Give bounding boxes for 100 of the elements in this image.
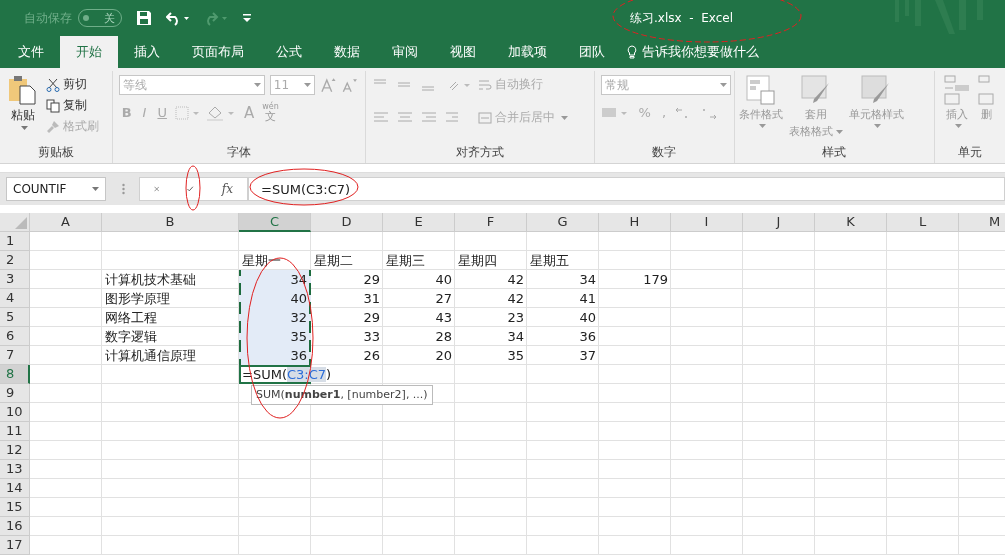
undo-icon[interactable] xyxy=(166,10,190,26)
cell-text: 179 xyxy=(643,272,668,287)
cell-text: 31 xyxy=(363,291,380,306)
row-header[interactable]: 2 xyxy=(0,251,30,270)
row-header[interactable]: 16 xyxy=(0,517,30,536)
cell-text: 星期三 xyxy=(386,253,425,268)
cell-text: 35 xyxy=(290,329,307,344)
ribbon-tab[interactable]: 加载项 xyxy=(492,36,563,68)
annotation-ellipse xyxy=(185,165,201,211)
copy-button[interactable]: 复制 xyxy=(44,96,101,115)
caret-icon xyxy=(874,124,882,128)
ribbon-tab[interactable]: 审阅 xyxy=(376,36,434,68)
cell-text: 35 xyxy=(507,348,524,363)
cell-text: 计算机技术基础 xyxy=(105,272,196,287)
cell-text: 29 xyxy=(363,310,380,325)
cut-button[interactable]: 剪切 xyxy=(44,75,101,94)
cell-text: 36 xyxy=(290,348,307,363)
column-header[interactable]: D xyxy=(311,213,383,232)
row-header[interactable]: 12 xyxy=(0,441,30,460)
customize-icon[interactable] xyxy=(242,12,252,24)
column-header[interactable]: L xyxy=(887,213,959,232)
caret-icon xyxy=(303,83,311,87)
row-header[interactable]: 8 xyxy=(0,365,30,384)
cell-text: 40 xyxy=(290,291,307,306)
column-header[interactable]: F xyxy=(455,213,527,232)
group-label: 单元 xyxy=(957,144,983,161)
delete-cells-icon xyxy=(977,75,997,105)
row-header[interactable]: 7 xyxy=(0,346,30,365)
row-header[interactable]: 4 xyxy=(0,289,30,308)
cell-text: 数字逻辑 xyxy=(105,329,157,344)
row-header[interactable]: 17 xyxy=(0,536,30,555)
column-header[interactable]: B xyxy=(102,213,239,232)
caret-icon xyxy=(92,187,99,191)
ribbon-tab[interactable]: 团队 xyxy=(563,36,621,68)
column-header[interactable]: G xyxy=(527,213,599,232)
column-header[interactable]: I xyxy=(671,213,743,232)
clipboard-icon xyxy=(8,75,38,105)
cell-text: 星期四 xyxy=(458,253,497,268)
select-all-icon[interactable] xyxy=(15,217,27,229)
ribbon-tab[interactable]: 开始 xyxy=(60,36,118,68)
cell-text: 36 xyxy=(579,329,596,344)
conditional-format-icon xyxy=(745,75,776,105)
tell-me-text: 告诉我你想要做什么 xyxy=(642,43,759,61)
row-header[interactable]: 15 xyxy=(0,498,30,517)
cell-text: 29 xyxy=(363,272,380,287)
border-icon[interactable] xyxy=(174,105,201,120)
caret-icon xyxy=(253,83,261,87)
cell-text: 星期二 xyxy=(314,253,353,268)
fill-color-icon[interactable] xyxy=(205,104,236,121)
row-header[interactable]: 1 xyxy=(0,232,30,251)
row-header[interactable]: 10 xyxy=(0,403,30,422)
ribbon-tab[interactable]: 文件 xyxy=(0,36,60,68)
row-header[interactable]: 11 xyxy=(0,422,30,441)
cell-text: 34 xyxy=(290,272,307,287)
column-header[interactable]: K xyxy=(815,213,887,232)
cancel-icon[interactable] xyxy=(154,183,160,195)
column-header[interactable]: H xyxy=(599,213,671,232)
wrap-icon xyxy=(477,78,492,91)
cell-text: 33 xyxy=(363,329,380,344)
select-all-corner[interactable] xyxy=(0,213,30,232)
ribbon-tab[interactable]: 公式 xyxy=(260,36,318,68)
cell-text: 28 xyxy=(435,329,452,344)
row-header[interactable]: 5 xyxy=(0,308,30,327)
group-label: 数字 xyxy=(651,144,678,161)
column-header[interactable]: C xyxy=(239,213,311,232)
row-header[interactable]: 6 xyxy=(0,327,30,346)
tell-me-search[interactable]: 告诉我你想要做什么 xyxy=(627,36,759,68)
save-icon[interactable] xyxy=(136,10,152,26)
row-header[interactable]: 14 xyxy=(0,479,30,498)
align-top-icon[interactable] xyxy=(371,77,472,92)
grip-icon[interactable] xyxy=(122,183,125,195)
redo-icon[interactable] xyxy=(204,10,228,26)
row-header[interactable]: 3 xyxy=(0,270,30,289)
column-header[interactable]: J xyxy=(743,213,815,232)
cell-text: 42 xyxy=(507,272,524,287)
name-box[interactable]: COUNTIF xyxy=(6,177,106,201)
group-label: 字体 xyxy=(225,144,252,161)
caret-icon xyxy=(835,129,843,134)
cell-text: 23 xyxy=(507,310,524,325)
font-size-icon[interactable] xyxy=(319,77,359,93)
autosave-label: 自动保存 xyxy=(24,9,72,27)
row-header[interactable]: 9 xyxy=(0,384,30,403)
paste-button[interactable]: 粘贴 xyxy=(6,75,40,136)
cell-text: 43 xyxy=(435,310,452,325)
group-label: 样式 xyxy=(821,144,848,161)
insert-cells-icon xyxy=(943,75,971,105)
scissors-icon xyxy=(46,77,60,92)
group-label: 剪贴板 xyxy=(36,144,75,161)
column-header[interactable]: M xyxy=(959,213,1005,232)
column-header[interactable]: A xyxy=(30,213,102,232)
cell-text: 34 xyxy=(579,272,596,287)
ribbon-tab[interactable]: 数据 xyxy=(318,36,376,68)
column-header[interactable]: E xyxy=(383,213,455,232)
ribbon-tab[interactable]: 视图 xyxy=(434,36,492,68)
formula-field[interactable]: =SUM(C3:C7) xyxy=(248,177,1005,201)
copy-icon xyxy=(46,98,60,113)
insert-function-button[interactable]: fx xyxy=(221,182,233,196)
ribbon-tab[interactable]: 页面布局 xyxy=(176,36,260,68)
row-header[interactable]: 13 xyxy=(0,460,30,479)
ribbon-tab[interactable]: 插入 xyxy=(118,36,176,68)
